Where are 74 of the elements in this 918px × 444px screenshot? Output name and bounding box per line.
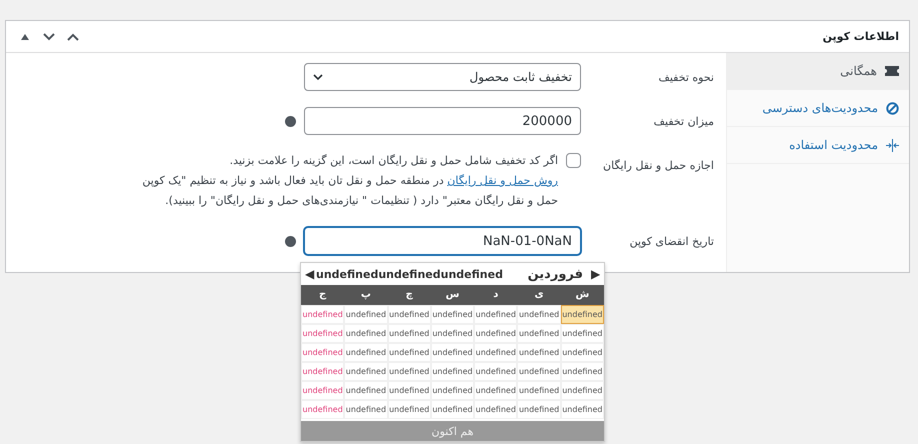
shipping-link[interactable]: روش حمل و نقل رایگان	[447, 174, 558, 187]
day-cell[interactable]: undefined	[301, 362, 344, 381]
field-label: تاریخ انقضای کوپن	[628, 234, 715, 248]
day-cell[interactable]: undefined	[430, 400, 474, 419]
checkbox-description: اگر کد تخفیف شامل حمل و نقل رایگان است، این گزینه را علامت بزنید. روش حمل و نقل رایگان در منطقه حمل و نقل تان باید فعال باشد و نیاز به تنظیم "یک کوپن حمل و نقل رایگان معتبر" دارد ( تنظیمات " نیازمندی‌های حمل و نقل رایگان" را ببینید).	[141, 153, 558, 209]
day-cell[interactable]: undefined	[474, 324, 518, 343]
weekday-header: پ	[344, 285, 388, 305]
day-cell[interactable]: undefined	[344, 343, 388, 362]
day-cell[interactable]: undefined	[388, 305, 431, 324]
chevron-down-icon	[43, 32, 55, 40]
day-cell[interactable]: undefined	[517, 381, 561, 400]
day-cell[interactable]: undefined	[344, 305, 388, 324]
day-cell[interactable]: undefined	[430, 343, 474, 362]
day-cell[interactable]: undefined	[344, 381, 388, 400]
checkbox[interactable]	[566, 153, 581, 168]
day-cell[interactable]: undefined	[517, 305, 561, 324]
day-cell[interactable]: undefined	[301, 343, 344, 362]
prev-month-button[interactable]: ◀	[305, 267, 314, 281]
ban-icon	[886, 102, 899, 114]
day-cell[interactable]: undefined	[430, 362, 474, 381]
weekday-header: چ	[388, 285, 431, 305]
triangle-up-icon	[21, 34, 29, 40]
year-label: undefinedundefinedundefined	[316, 268, 503, 280]
field-label: نحوه تخفیف	[657, 70, 715, 84]
day-cell[interactable]: undefined	[560, 362, 604, 381]
text-input[interactable]: 200000	[304, 107, 581, 135]
day-cell[interactable]: undefined	[430, 305, 474, 324]
day-cell[interactable]: undefined	[517, 324, 561, 343]
arrows-icon	[886, 138, 899, 152]
weekday-header: ش	[560, 285, 604, 305]
day-cell[interactable]: undefined	[388, 362, 431, 381]
day-cell[interactable]: undefined	[388, 400, 431, 419]
day-cell[interactable]: undefined	[560, 305, 604, 324]
day-cell[interactable]: undefined	[560, 400, 604, 419]
field-label: میزان تخفیف	[652, 114, 715, 128]
day-cell[interactable]: undefined	[388, 343, 431, 362]
day-cell[interactable]: undefined	[560, 343, 604, 362]
day-cell[interactable]: undefined	[517, 362, 561, 381]
field-label: اجازه حمل و نقل رایگان	[602, 158, 715, 172]
month-label: فروردین	[528, 266, 583, 282]
sidebar-tab[interactable]: همگانی	[727, 53, 909, 90]
help-icon[interactable]	[285, 116, 296, 126]
day-cell[interactable]: undefined	[301, 324, 344, 343]
text-input[interactable]: NaN-01-0NaN	[304, 227, 581, 255]
weekday-header: د	[474, 285, 518, 305]
day-cell[interactable]: undefined	[560, 381, 604, 400]
day-cell[interactable]: undefined	[430, 324, 474, 343]
panel-title: اطلاعات کوپن	[822, 30, 899, 43]
weekday-header: س	[430, 285, 474, 305]
day-cell[interactable]: undefined	[344, 324, 388, 343]
day-cell[interactable]: undefined	[474, 400, 518, 419]
weekday-header: ی	[517, 285, 561, 305]
day-cell[interactable]: undefined	[474, 381, 518, 400]
chevron-down-icon	[313, 74, 323, 80]
day-cell[interactable]: undefined	[344, 362, 388, 381]
weekday-header: ج	[301, 285, 344, 305]
ticket-icon	[885, 65, 899, 77]
next-month-button[interactable]: ▶	[591, 267, 600, 281]
day-cell[interactable]: undefined	[517, 400, 561, 419]
day-cell[interactable]: undefined	[388, 381, 431, 400]
day-cell[interactable]: undefined	[474, 343, 518, 362]
day-cell[interactable]: undefined	[301, 381, 344, 400]
day-cell[interactable]: undefined	[388, 324, 431, 343]
day-cell[interactable]: undefined	[344, 400, 388, 419]
day-cell[interactable]: undefined	[301, 305, 344, 324]
day-cell[interactable]: undefined	[560, 324, 604, 343]
chevron-up-icon	[67, 32, 79, 40]
day-cell[interactable]: undefined	[301, 400, 344, 419]
day-cell[interactable]: undefined	[474, 362, 518, 381]
day-cell[interactable]: undefined	[474, 305, 518, 324]
help-icon[interactable]	[285, 236, 296, 246]
discount-type-select[interactable]: تخفیف ثابت محصول	[304, 63, 581, 91]
day-cell[interactable]: undefined	[430, 381, 474, 400]
day-cell[interactable]: undefined	[517, 343, 561, 362]
